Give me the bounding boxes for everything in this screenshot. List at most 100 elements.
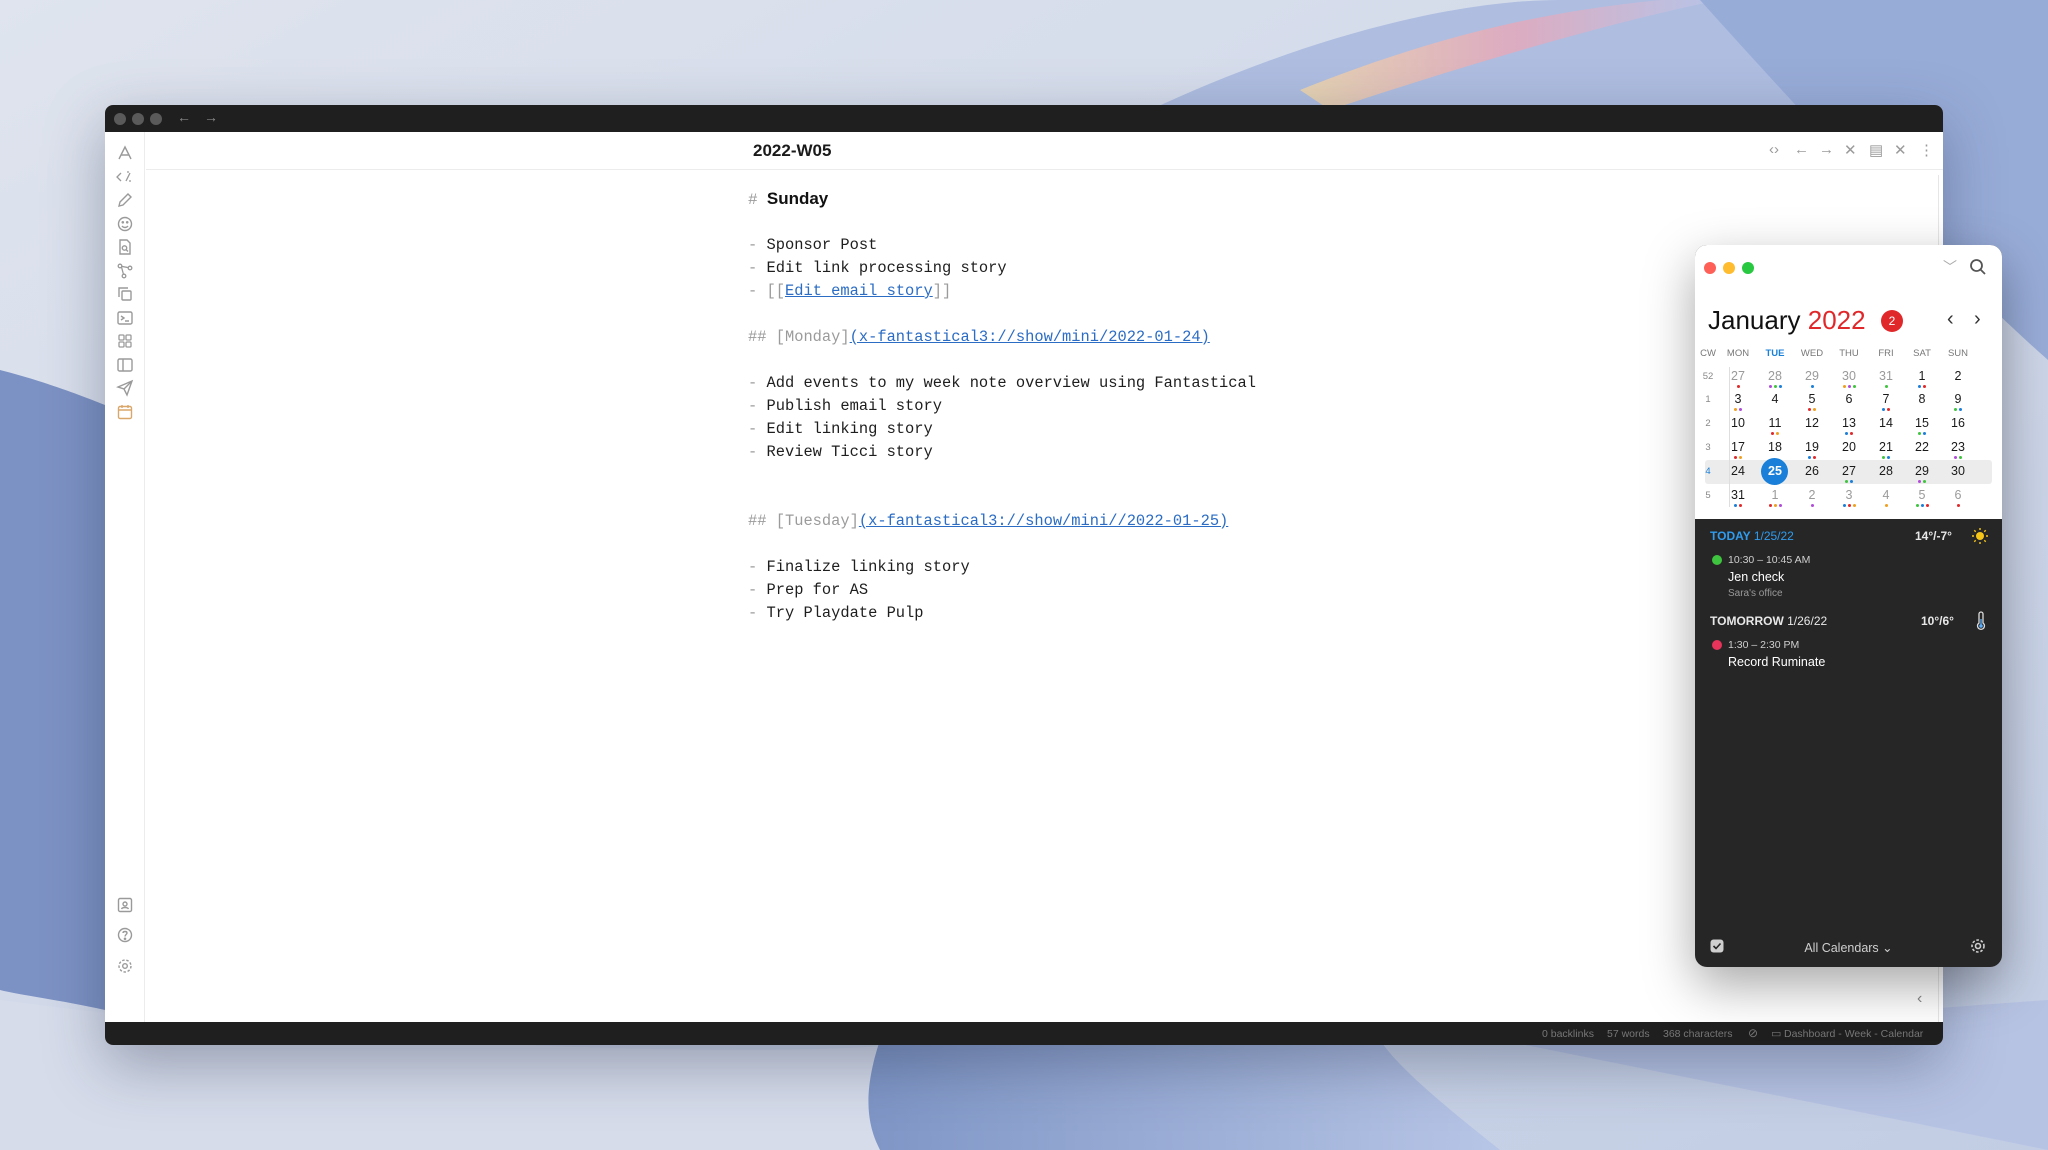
pencil-icon[interactable] bbox=[116, 191, 134, 209]
gear-icon[interactable] bbox=[1969, 937, 1987, 960]
calendar-day[interactable]: 27 bbox=[1834, 464, 1864, 478]
more-options-icon[interactable]: ⋮ bbox=[1919, 141, 1934, 159]
back-arrow-icon[interactable]: ← bbox=[177, 109, 191, 125]
calendar-day[interactable]: 29 bbox=[1797, 369, 1827, 383]
source-mode-icon[interactable]: ‹› bbox=[1769, 141, 1779, 158]
collapse-right-sidebar-chevron-icon[interactable]: ‹ bbox=[1917, 990, 1922, 1008]
calendar-day[interactable]: 14 bbox=[1871, 416, 1901, 430]
calendar-day[interactable]: 15 bbox=[1907, 416, 1937, 430]
calendar-day[interactable]: 27 bbox=[1723, 369, 1753, 383]
close-icon[interactable]: ✕ bbox=[1894, 141, 1907, 159]
layout-icon[interactable] bbox=[116, 356, 134, 374]
note-title[interactable]: 2022-W05 bbox=[753, 141, 831, 161]
calendar-day[interactable]: 23 bbox=[1943, 440, 1973, 454]
workspace-name[interactable]: Dashboard - Week - Calendar bbox=[1784, 1028, 1923, 1040]
calendar-day[interactable]: 21 bbox=[1871, 440, 1901, 454]
calendar-day[interactable]: 5 bbox=[1907, 488, 1937, 502]
calendar-day[interactable]: 6 bbox=[1943, 488, 1973, 502]
back-icon[interactable]: ← bbox=[1794, 141, 1809, 158]
vault-icon[interactable] bbox=[116, 896, 134, 914]
tuesday-fantastical-link[interactable]: (x-fantastical3://show/mini//2022-01-25) bbox=[859, 512, 1228, 530]
event-title[interactable]: Jen check bbox=[1728, 570, 1784, 584]
thermometer-icon bbox=[1974, 611, 1988, 636]
backlinks-count[interactable]: 0 backlinks bbox=[1542, 1028, 1594, 1040]
grid-icon[interactable] bbox=[116, 332, 134, 350]
sync-status-icon[interactable]: ⊘ bbox=[1748, 1026, 1758, 1040]
list-item: - Review Ticci story bbox=[748, 443, 933, 461]
calendar-week-number: 4 bbox=[1705, 466, 1711, 477]
help-icon[interactable] bbox=[116, 926, 134, 944]
calendar-day[interactable]: 8 bbox=[1907, 392, 1937, 406]
calendar-day[interactable]: 28 bbox=[1760, 369, 1790, 383]
calendar-day[interactable]: 30 bbox=[1943, 464, 1973, 478]
event-location: Sara's office bbox=[1728, 588, 1783, 599]
close-pane-icon[interactable]: ✕ bbox=[1844, 141, 1857, 159]
graph-icon[interactable] bbox=[116, 262, 134, 280]
calendar-day[interactable]: 16 bbox=[1943, 416, 1973, 430]
calendar-day[interactable]: 31 bbox=[1871, 369, 1901, 383]
terminal-icon[interactable] bbox=[116, 309, 134, 327]
calendar-day[interactable]: 20 bbox=[1834, 440, 1864, 454]
event-time: 1:30 – 2:30 PM bbox=[1728, 639, 1800, 651]
calendar-day[interactable]: 18 bbox=[1760, 440, 1790, 454]
list-item: - [[Edit email story]] bbox=[748, 282, 952, 300]
event-dots bbox=[1723, 456, 1753, 460]
calendar-week-number: 2 bbox=[1705, 418, 1711, 429]
tomorrow-temperature: 10°/6° bbox=[1921, 614, 1954, 628]
emoji-icon[interactable] bbox=[116, 215, 134, 233]
calendar-day[interactable]: 3 bbox=[1834, 488, 1864, 502]
calendar-day[interactable]: 2 bbox=[1943, 369, 1973, 383]
maximize-window-button[interactable] bbox=[150, 113, 162, 125]
calendar-day[interactable]: 9 bbox=[1943, 392, 1973, 406]
calendar-week-number: 1 bbox=[1705, 394, 1711, 405]
calendar-day[interactable]: 29 bbox=[1907, 464, 1937, 478]
event-dots bbox=[1797, 385, 1827, 389]
calendar-day[interactable]: 31 bbox=[1723, 488, 1753, 502]
weekday-header: SAT bbox=[1913, 348, 1931, 359]
calendar-set-dropdown[interactable]: All Calendars ⌄ bbox=[1695, 940, 2002, 955]
calendar-day[interactable]: 10 bbox=[1723, 416, 1753, 430]
event-dots bbox=[1834, 504, 1864, 508]
forward-icon[interactable]: → bbox=[1819, 141, 1834, 158]
calendar-day[interactable]: 7 bbox=[1871, 392, 1901, 406]
minimize-window-button[interactable] bbox=[132, 113, 144, 125]
calendar-day[interactable]: 22 bbox=[1907, 440, 1937, 454]
calendar-day[interactable]: 5 bbox=[1797, 392, 1827, 406]
calendar-day[interactable]: 4 bbox=[1760, 392, 1790, 406]
weekday-header: WED bbox=[1800, 348, 1824, 359]
calendar-day[interactable]: 1 bbox=[1760, 488, 1790, 502]
search-file-icon[interactable] bbox=[116, 238, 134, 256]
calendar-day-today[interactable]: 25 bbox=[1760, 464, 1790, 478]
calendar-day[interactable]: 19 bbox=[1797, 440, 1827, 454]
event-dots bbox=[1943, 456, 1973, 460]
calendar-day[interactable]: 6 bbox=[1834, 392, 1864, 406]
calendar-day[interactable]: 1 bbox=[1907, 369, 1937, 383]
view-header-divider bbox=[146, 169, 1943, 170]
calendar-day[interactable]: 17 bbox=[1723, 440, 1753, 454]
calendar-day[interactable]: 30 bbox=[1834, 369, 1864, 383]
calendar-day[interactable]: 24 bbox=[1723, 464, 1753, 478]
reading-view-icon[interactable]: ▤ bbox=[1869, 141, 1883, 159]
event-title[interactable]: Record Ruminate bbox=[1728, 655, 1825, 669]
forward-arrow-icon[interactable]: → bbox=[204, 109, 218, 125]
calendar-day[interactable]: 28 bbox=[1871, 464, 1901, 478]
close-window-button[interactable] bbox=[114, 113, 126, 125]
templater-icon[interactable] bbox=[116, 168, 134, 186]
calendar-icon[interactable] bbox=[116, 403, 134, 421]
calendar-day[interactable]: 2 bbox=[1797, 488, 1827, 502]
calendar-day[interactable]: 13 bbox=[1834, 416, 1864, 430]
monday-fantastical-link[interactable]: (x-fantastical3://show/mini/2022-01-24) bbox=[850, 328, 1210, 346]
calendar-day[interactable]: 3 bbox=[1723, 392, 1753, 406]
calendar-day[interactable]: 4 bbox=[1871, 488, 1901, 502]
copy-icon[interactable] bbox=[116, 285, 134, 303]
pdf-icon[interactable] bbox=[116, 144, 134, 162]
settings-icon[interactable] bbox=[116, 957, 134, 975]
send-icon[interactable] bbox=[116, 379, 134, 397]
calendar-day[interactable]: 12 bbox=[1797, 416, 1827, 430]
event-dots bbox=[1760, 504, 1790, 508]
calendar-day[interactable]: 26 bbox=[1797, 464, 1827, 478]
weekday-header: MON bbox=[1726, 348, 1750, 359]
internal-link[interactable]: Edit email story bbox=[785, 282, 933, 300]
list-item: - Publish email story bbox=[748, 397, 942, 415]
calendar-day[interactable]: 11 bbox=[1760, 416, 1790, 430]
